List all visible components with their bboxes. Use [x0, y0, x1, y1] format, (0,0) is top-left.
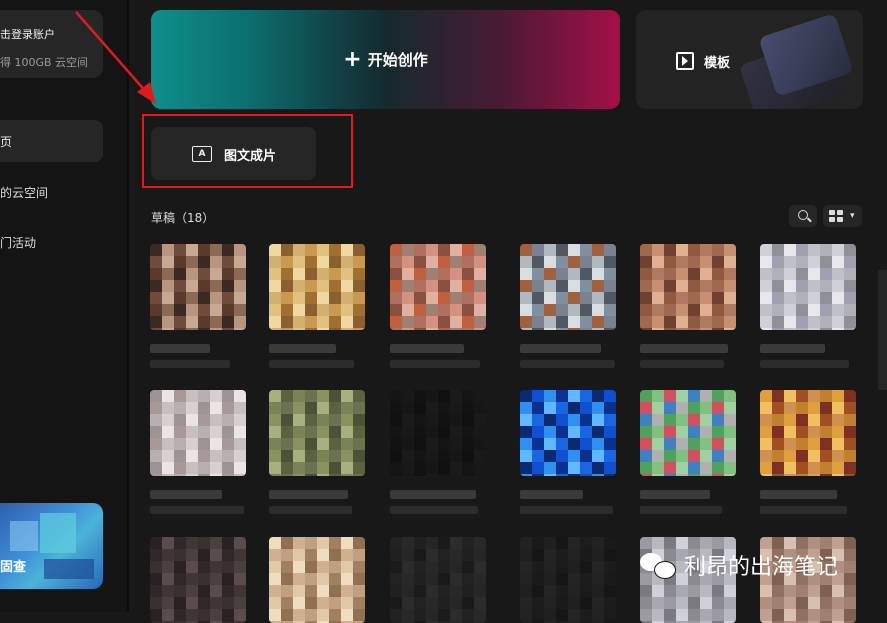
- scrollbar[interactable]: [878, 270, 887, 390]
- promo-banner[interactable]: 固查: [0, 503, 103, 589]
- draft-title-placeholder: [640, 490, 710, 499]
- draft-title-placeholder: [390, 490, 476, 499]
- image-text-icon: A: [192, 146, 212, 162]
- draft-title-placeholder: [760, 490, 837, 499]
- template-label: 模板: [704, 56, 731, 71]
- draft-thumbnail[interactable]: [520, 390, 616, 476]
- start-create-button[interactable]: + 开始创作: [151, 10, 620, 109]
- draft-meta-placeholder: [520, 506, 613, 514]
- template-button[interactable]: 模板: [636, 10, 863, 109]
- draft-meta-placeholder: [390, 360, 480, 368]
- draft-title-placeholder: [520, 490, 583, 499]
- draft-thumbnail[interactable]: [760, 244, 856, 330]
- draft-meta-placeholder: [150, 360, 230, 368]
- login-subtitle: 得 100GB 云空间: [0, 56, 89, 69]
- draft-meta-placeholder: [760, 506, 847, 514]
- draft-thumbnail[interactable]: [150, 537, 246, 623]
- draft-thumbnail[interactable]: [269, 537, 365, 623]
- watermark: 利昂的出海笔记: [640, 549, 838, 581]
- draft-title-placeholder: [520, 344, 601, 353]
- start-create-label: 开始创作: [367, 51, 428, 69]
- draft-thumbnail[interactable]: [150, 244, 246, 330]
- draft-meta-placeholder: [640, 506, 722, 514]
- drafts-heading: 草稿（18）: [151, 211, 215, 225]
- draft-meta-placeholder: [520, 360, 615, 368]
- draft-title-placeholder: [390, 344, 464, 353]
- draft-thumbnail[interactable]: [390, 537, 486, 623]
- draft-meta-placeholder: [760, 360, 849, 368]
- watermark-text: 利昂的出海笔记: [684, 555, 839, 580]
- draft-thumbnail[interactable]: [150, 390, 246, 476]
- draft-thumbnail[interactable]: [640, 390, 736, 476]
- sidebar: 击登录账户 得 100GB 云空间 页 的云空间 门活动 固查: [0, 0, 127, 612]
- wechat-icon: [640, 551, 678, 579]
- draft-thumbnail[interactable]: [390, 390, 486, 476]
- draft-meta-placeholder: [269, 506, 352, 514]
- draft-title-placeholder: [150, 344, 210, 353]
- draft-title-placeholder: [269, 344, 336, 353]
- draft-meta-placeholder: [150, 506, 244, 514]
- draft-title-placeholder: [150, 490, 222, 499]
- plus-icon: +: [343, 46, 362, 72]
- draft-meta-placeholder: [390, 506, 478, 514]
- draft-thumbnail[interactable]: [640, 244, 736, 330]
- image-text-video-button[interactable]: A 图文成片: [151, 127, 316, 180]
- draft-meta-placeholder: [640, 360, 724, 368]
- promo-label: 固查: [0, 560, 27, 575]
- draft-thumbnail[interactable]: [760, 390, 856, 476]
- draft-thumbnail[interactable]: [520, 537, 616, 623]
- sidebar-item-cloud[interactable]: 的云空间: [0, 184, 48, 201]
- sidebar-divider: [127, 0, 129, 612]
- draft-title-placeholder: [640, 344, 728, 353]
- sidebar-item-events[interactable]: 门活动: [0, 234, 36, 251]
- draft-title-placeholder: [269, 490, 348, 499]
- search-button[interactable]: [789, 205, 817, 227]
- draft-meta-placeholder: [269, 360, 354, 368]
- draft-thumbnail[interactable]: [390, 244, 486, 330]
- login-title[interactable]: 击登录账户: [0, 26, 55, 42]
- draft-thumbnail[interactable]: [520, 244, 616, 330]
- play-square-icon: [676, 52, 694, 70]
- login-card[interactable]: 击登录账户 得 100GB 云空间: [0, 10, 103, 78]
- image-text-video-label: 图文成片: [224, 149, 277, 164]
- chevron-down-icon: ▾: [850, 211, 855, 221]
- draft-thumbnail[interactable]: [269, 390, 365, 476]
- sidebar-item-home[interactable]: 页: [0, 120, 103, 162]
- sidebar-item-label: 页: [0, 135, 13, 149]
- draft-thumbnail[interactable]: [269, 244, 365, 330]
- view-toggle-button[interactable]: ▾: [823, 205, 862, 227]
- draft-title-placeholder: [760, 344, 825, 353]
